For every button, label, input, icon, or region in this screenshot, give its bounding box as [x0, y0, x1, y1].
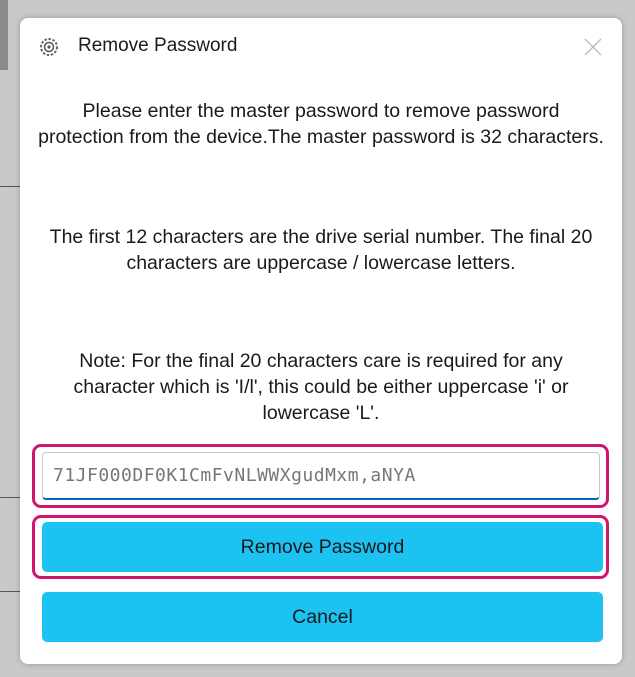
background-app-strip [0, 0, 8, 70]
dialog-titlebar: Remove Password [20, 18, 622, 76]
format-paragraph: The first 12 characters are the drive se… [49, 226, 593, 274]
remove-password-button[interactable]: Remove Password [42, 522, 603, 572]
remove-password-dialog: Remove Password Please enter the master … [20, 18, 622, 664]
note-paragraph: Note: For the final 20 characters care i… [73, 350, 569, 424]
background-divider [0, 497, 22, 498]
gear-icon [38, 36, 60, 58]
cancel-button[interactable]: Cancel [42, 592, 603, 642]
background-divider [0, 591, 22, 592]
close-icon[interactable] [580, 34, 606, 60]
instruction-paragraph: Please enter the master password to remo… [38, 100, 604, 148]
master-password-input[interactable] [42, 452, 600, 500]
background-divider [0, 186, 22, 187]
dialog-title: Remove Password [78, 35, 238, 56]
